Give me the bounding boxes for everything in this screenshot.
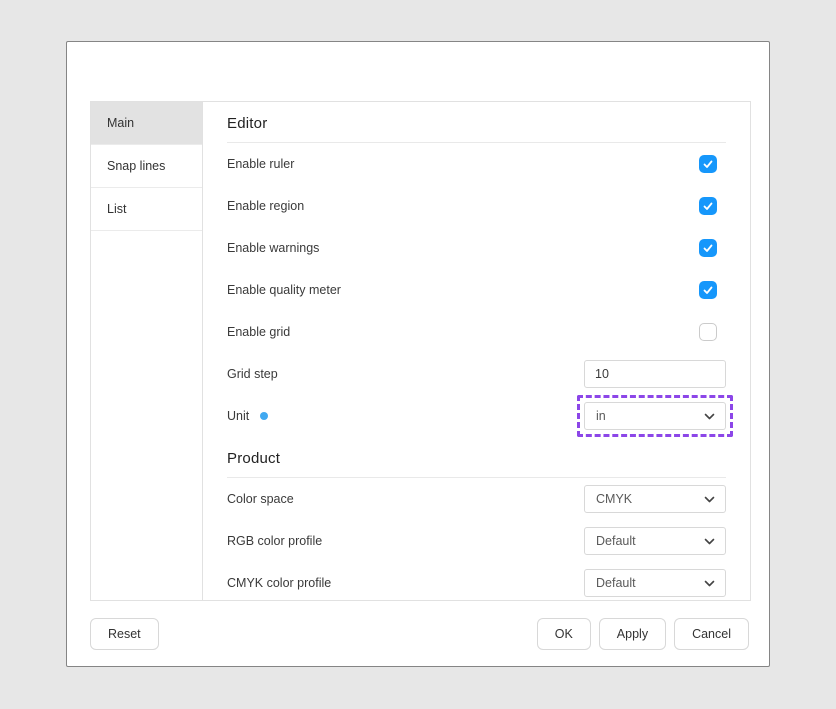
chevron-down-icon <box>703 535 716 548</box>
setting-row-enable-warnings: Enable warnings <box>227 227 726 269</box>
setting-row-grid-step: Grid step <box>227 353 726 395</box>
setting-label: RGB color profile <box>227 534 322 548</box>
rgb-color-profile-dropdown-value: Default <box>596 534 636 548</box>
sidebar-item-label: Main <box>107 116 134 130</box>
enable-warnings-checkbox[interactable] <box>699 239 717 257</box>
setting-label: Enable quality meter <box>227 283 341 297</box>
setting-row-cmyk-color-profile: CMYK color profile Default <box>227 562 726 604</box>
unit-label-text: Unit <box>227 409 249 423</box>
settings-panel: Main Snap lines List Editor Enable ruler… <box>90 101 751 601</box>
setting-row-color-space: Color space CMYK <box>227 478 726 520</box>
unit-dropdown-value: in <box>596 409 606 423</box>
sidebar-item-label: Snap lines <box>107 159 165 173</box>
enable-region-checkbox[interactable] <box>699 197 717 215</box>
sidebar-item-snap-lines[interactable]: Snap lines <box>91 145 202 188</box>
setting-label: CMYK color profile <box>227 576 331 590</box>
setting-label: Enable grid <box>227 325 290 339</box>
sidebar-item-main[interactable]: Main <box>91 102 202 145</box>
chevron-down-icon <box>703 577 716 590</box>
setting-row-enable-grid: Enable grid <box>227 311 726 353</box>
settings-content: Editor Enable ruler Enable region Enable… <box>203 102 750 600</box>
enable-quality-meter-checkbox[interactable] <box>699 281 717 299</box>
setting-row-enable-quality-meter: Enable quality meter <box>227 269 726 311</box>
apply-button[interactable]: Apply <box>599 618 666 650</box>
modified-indicator-dot <box>260 412 268 420</box>
setting-label: Grid step <box>227 367 278 381</box>
dialog-footer: Reset OK Apply Cancel <box>90 618 749 650</box>
unit-dropdown-wrap: in <box>584 402 726 430</box>
sidebar-item-list[interactable]: List <box>91 188 202 231</box>
ok-button[interactable]: OK <box>537 618 591 650</box>
chevron-down-icon <box>703 493 716 506</box>
setting-row-enable-region: Enable region <box>227 185 726 227</box>
setting-row-rgb-color-profile: RGB color profile Default <box>227 520 726 562</box>
checkmark-icon <box>702 200 714 212</box>
setting-label: Enable region <box>227 199 304 213</box>
sidebar-item-label: List <box>107 202 126 216</box>
editor-section-heading: Editor <box>227 102 726 142</box>
setting-label: Color space <box>227 492 294 506</box>
sidebar: Main Snap lines List <box>91 102 203 600</box>
cmyk-color-profile-dropdown-value: Default <box>596 576 636 590</box>
checkmark-icon <box>702 242 714 254</box>
setting-row-enable-ruler: Enable ruler <box>227 143 726 185</box>
cancel-button[interactable]: Cancel <box>674 618 749 650</box>
unit-dropdown[interactable]: in <box>584 402 726 430</box>
chevron-down-icon <box>703 410 716 423</box>
color-space-dropdown-value: CMYK <box>596 492 632 506</box>
cmyk-color-profile-dropdown[interactable]: Default <box>584 569 726 597</box>
product-section-heading: Product <box>227 437 726 477</box>
color-space-dropdown[interactable]: CMYK <box>584 485 726 513</box>
grid-step-input[interactable] <box>584 360 726 388</box>
setting-label: Unit <box>227 409 268 423</box>
settings-dialog: Settings Main Snap lines List Editor Ena… <box>66 41 770 667</box>
enable-ruler-checkbox[interactable] <box>699 155 717 173</box>
reset-button[interactable]: Reset <box>90 618 159 650</box>
setting-label: Enable warnings <box>227 241 319 255</box>
enable-grid-checkbox[interactable] <box>699 323 717 341</box>
footer-button-group: OK Apply Cancel <box>537 618 749 650</box>
checkmark-icon <box>702 158 714 170</box>
setting-label: Enable ruler <box>227 157 294 171</box>
checkmark-icon <box>702 284 714 296</box>
rgb-color-profile-dropdown[interactable]: Default <box>584 527 726 555</box>
setting-row-unit: Unit in <box>227 395 726 437</box>
